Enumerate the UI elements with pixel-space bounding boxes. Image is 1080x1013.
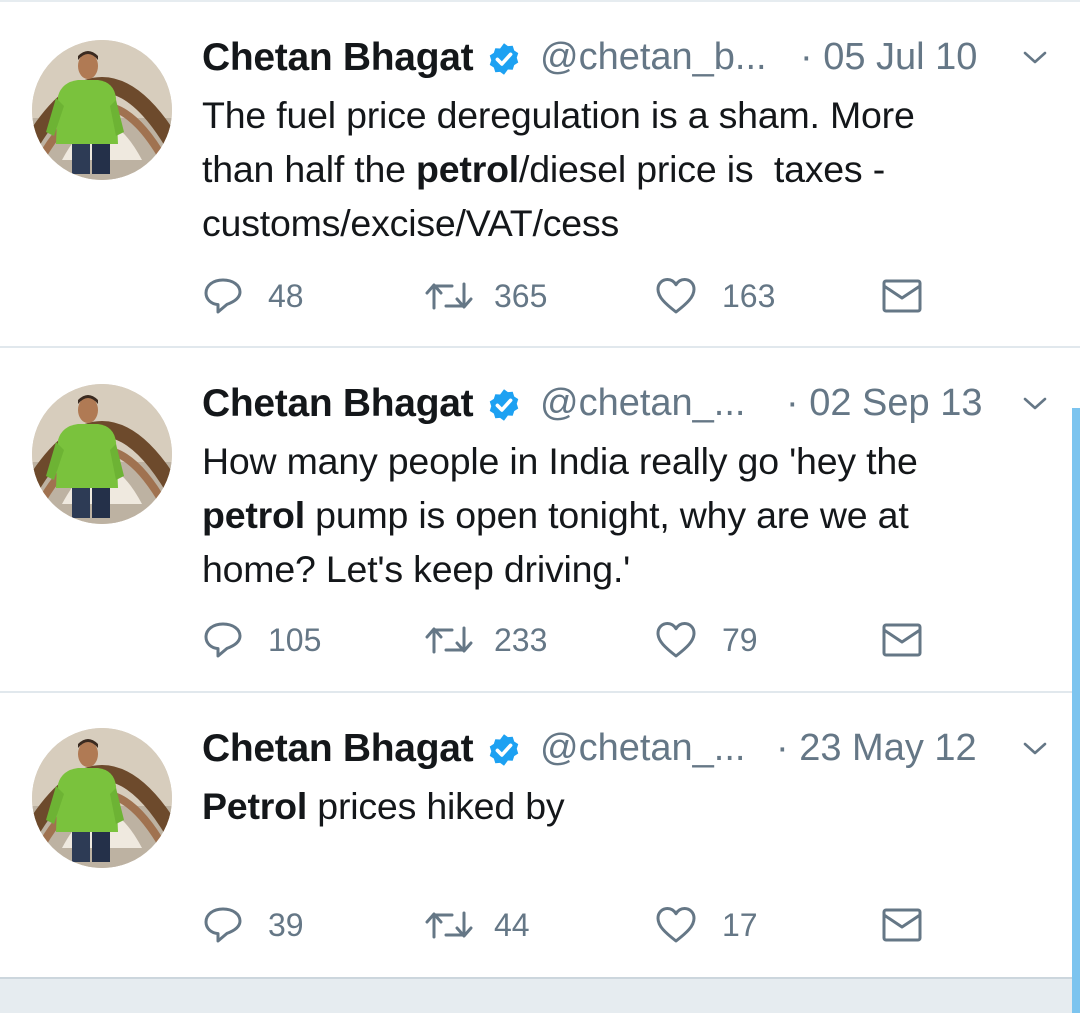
tweet-actions: 48 365 163: [202, 274, 942, 318]
author-handle[interactable]: @chetan_...: [540, 382, 745, 425]
tweet-date[interactable]: · 23 May 12: [776, 727, 977, 770]
avatar-photo: [32, 728, 172, 868]
like-count: 79: [722, 622, 758, 658]
divider: [0, 977, 1072, 979]
timeline-feed: Chetan Bhagat @chetan_b... · 05 Jul 10 T…: [0, 0, 1080, 1013]
reply-icon: [204, 907, 242, 943]
avatar-photo: [32, 40, 172, 180]
retweet-icon: [425, 911, 473, 939]
scroll-indicator[interactable]: [1072, 408, 1080, 1013]
tweet[interactable]: Chetan Bhagat @chetan_... · 23 May 12 Pe…: [0, 693, 1080, 977]
tweet-header: Chetan Bhagat @chetan_... · 23 May 12: [202, 725, 1062, 773]
tweet-date[interactable]: · 02 Sep 13: [786, 382, 982, 425]
verified-badge-icon: [489, 734, 519, 766]
heart-icon: [656, 907, 696, 943]
tweet-date[interactable]: · 05 Jul 10: [800, 36, 977, 79]
tweet-text: The fuel price deregulation is a sham. M…: [202, 94, 915, 244]
verified-badge-icon: [489, 43, 519, 75]
tweet-header: Chetan Bhagat @chetan_... · 02 Sep 13: [202, 380, 1062, 428]
author-handle[interactable]: @chetan_...: [540, 727, 745, 770]
like-count: 163: [722, 278, 776, 314]
envelope-icon: [882, 279, 922, 313]
reply-icon: [204, 622, 242, 658]
tweet-header: Chetan Bhagat @chetan_b... · 05 Jul 10: [202, 34, 1062, 82]
reply-icon: [204, 278, 242, 314]
author-handle[interactable]: @chetan_b...: [540, 36, 767, 79]
avatar[interactable]: [32, 40, 172, 180]
reply-count: 48: [268, 278, 304, 314]
envelope-icon: [882, 908, 922, 942]
next-tweet-edge: [0, 977, 1072, 1013]
verified-badge-icon: [489, 389, 519, 421]
retweet-icon: [425, 626, 473, 654]
tweet-actions: 105 233 79: [202, 618, 942, 662]
avatar-photo: [32, 384, 172, 524]
tweet[interactable]: Chetan Bhagat @chetan_b... · 05 Jul 10 T…: [0, 2, 1080, 348]
reply-count: 39: [268, 907, 304, 943]
tweet[interactable]: Chetan Bhagat @chetan_... · 02 Sep 13 Ho…: [0, 348, 1080, 693]
avatar[interactable]: [32, 384, 172, 524]
author-name[interactable]: Chetan Bhagat: [202, 727, 474, 771]
heart-icon: [656, 278, 696, 314]
reply-count: 105: [268, 622, 322, 658]
chevron-down-icon[interactable]: [1022, 50, 1048, 66]
retweet-icon: [425, 282, 473, 310]
tweet-text: Petrol prices hiked by: [202, 785, 565, 827]
author-name[interactable]: Chetan Bhagat: [202, 36, 474, 80]
like-count: 17: [722, 907, 758, 943]
retweet-count: 233: [494, 622, 548, 658]
tweet-text: How many people in India really go 'hey …: [202, 440, 918, 590]
retweet-count: 44: [494, 907, 530, 943]
avatar[interactable]: [32, 728, 172, 868]
tweet-actions: 39 44 17: [202, 903, 942, 947]
author-name[interactable]: Chetan Bhagat: [202, 382, 474, 426]
retweet-count: 365: [494, 278, 548, 314]
chevron-down-icon[interactable]: [1022, 741, 1048, 757]
heart-icon: [656, 622, 696, 658]
chevron-down-icon[interactable]: [1022, 396, 1048, 412]
envelope-icon: [882, 623, 922, 657]
